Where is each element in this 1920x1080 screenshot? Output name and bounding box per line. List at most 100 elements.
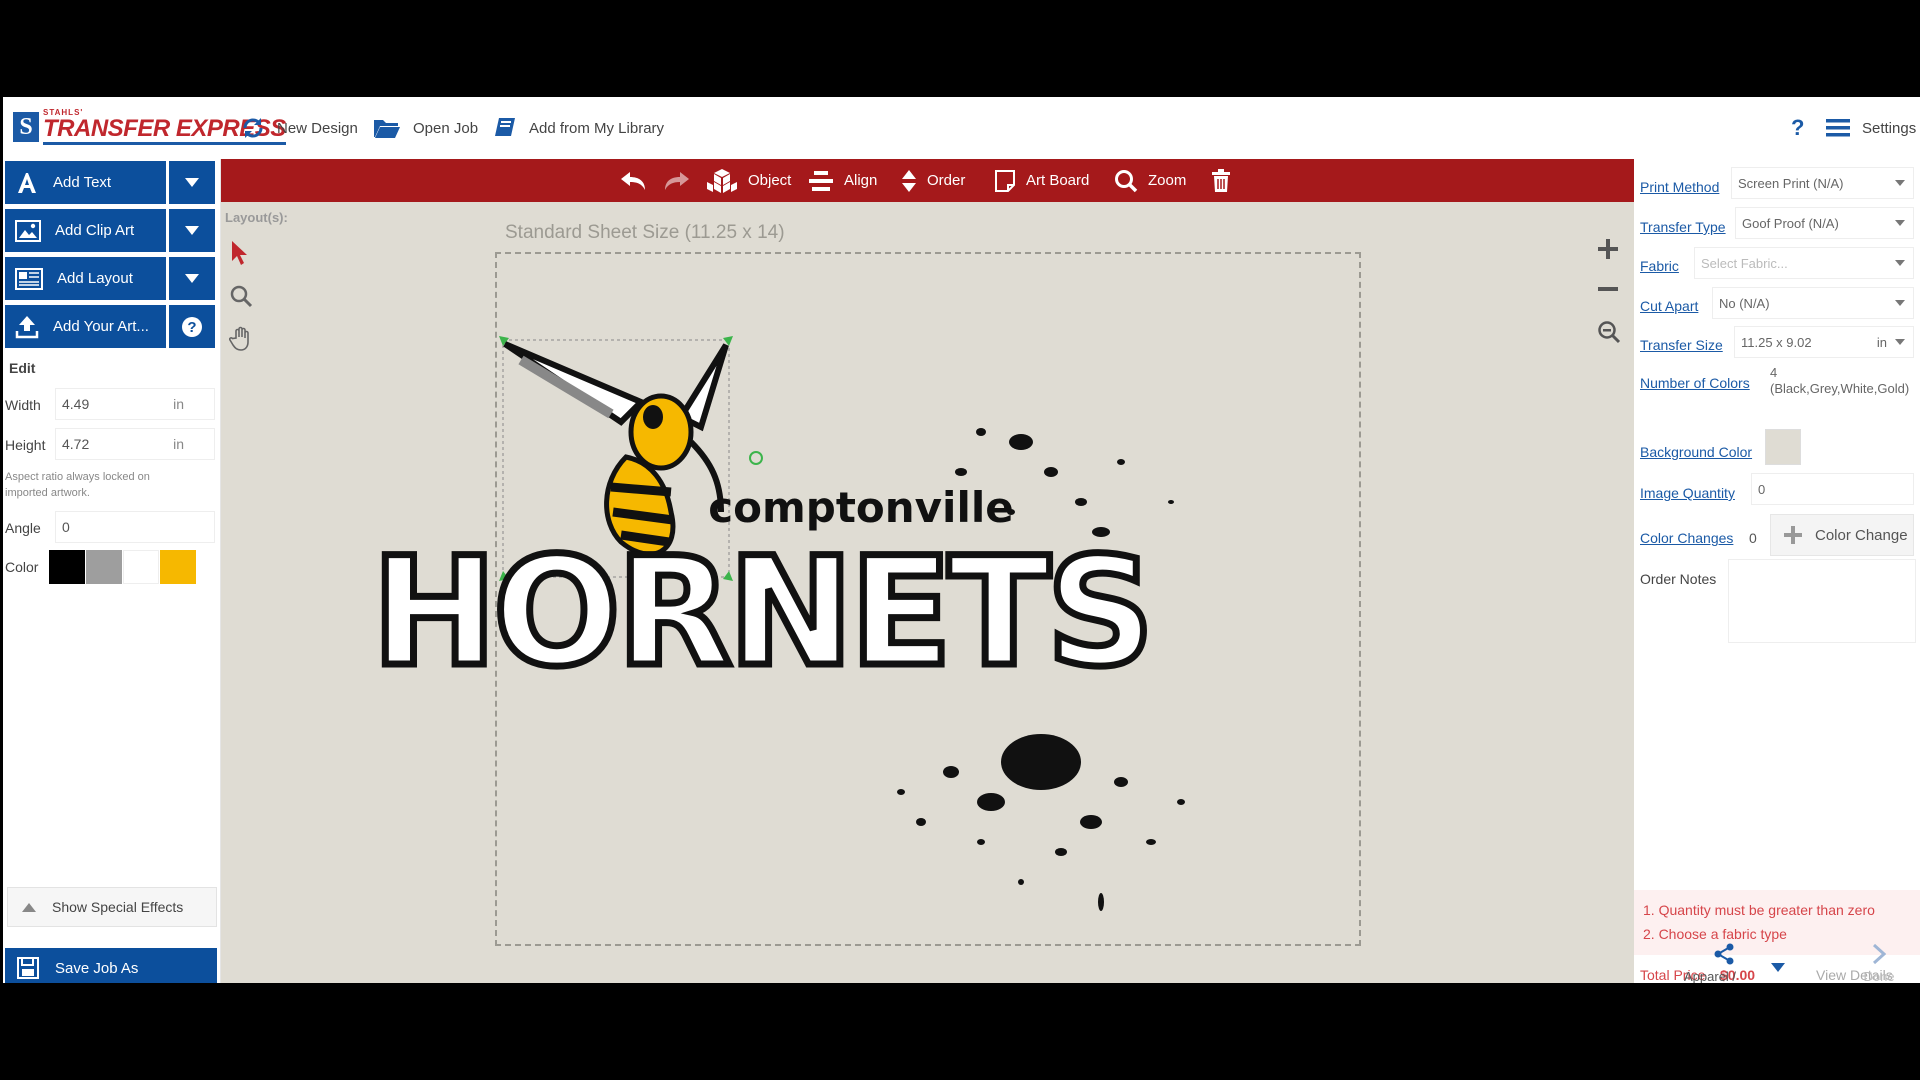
search-icon bbox=[1115, 169, 1138, 192]
caret-icon bbox=[1895, 260, 1905, 266]
cut-apart-select[interactable]: No (N/A) bbox=[1712, 287, 1914, 319]
left-panel: Add Text Add Clip Art Add Layout Add You… bbox=[3, 159, 221, 983]
zoom-out-button[interactable] bbox=[1597, 278, 1619, 305]
add-from-library-button[interactable]: Add from My Library bbox=[493, 97, 664, 159]
number-of-colors-detail: (Black,Grey,White,Gold) bbox=[1770, 381, 1910, 396]
order-footer: Apparel / Share Done bbox=[1634, 937, 1920, 983]
cut-apart-link[interactable]: Cut Apart bbox=[1640, 298, 1698, 314]
align-icon bbox=[809, 170, 833, 191]
fabric-link[interactable]: Fabric bbox=[1640, 258, 1679, 274]
zoom-fit-button[interactable] bbox=[1597, 320, 1621, 349]
settings-label: Settings bbox=[1862, 119, 1917, 137]
menu-icon bbox=[1826, 119, 1850, 137]
brand-logo-mark: S bbox=[13, 112, 39, 142]
color-swatch-gold[interactable] bbox=[160, 550, 196, 584]
settings-button[interactable]: Settings bbox=[1826, 97, 1916, 159]
color-change-button[interactable]: Color Change bbox=[1770, 514, 1914, 556]
image-quantity-link[interactable]: Image Quantity bbox=[1640, 485, 1735, 501]
angle-label: Angle bbox=[5, 520, 41, 536]
sort-icon bbox=[902, 169, 916, 192]
share-button[interactable]: Apparel / Share bbox=[1684, 943, 1764, 983]
width-value: 4.49 bbox=[62, 396, 90, 412]
align-menu[interactable]: Align bbox=[808, 159, 877, 202]
align-label: Align bbox=[844, 172, 878, 189]
add-layout-dropdown[interactable] bbox=[169, 257, 215, 300]
plus-icon bbox=[1784, 526, 1802, 544]
width-label: Width bbox=[5, 397, 41, 413]
order-menu[interactable]: Order bbox=[901, 159, 965, 202]
transfer-type-select[interactable]: Goof Proof (N/A) bbox=[1735, 207, 1914, 239]
minus-icon bbox=[1598, 287, 1618, 291]
refresh-icon bbox=[243, 118, 263, 138]
background-color-link[interactable]: Background Color bbox=[1640, 444, 1752, 460]
angle-input[interactable]: 0 bbox=[55, 511, 215, 543]
delete-button[interactable] bbox=[1211, 159, 1241, 202]
share-label: Apparel / Share bbox=[1684, 969, 1737, 983]
aspect-ratio-note: Aspect ratio always locked on imported a… bbox=[5, 471, 150, 499]
fabric-select[interactable]: Select Fabric... bbox=[1694, 247, 1914, 279]
add-your-art-button[interactable]: Add Your Art... bbox=[5, 305, 166, 348]
show-special-effects-button[interactable]: Show Special Effects bbox=[7, 887, 217, 927]
color-swatch-grey[interactable] bbox=[86, 550, 122, 584]
add-text-button[interactable]: Add Text bbox=[5, 161, 166, 204]
object-menu[interactable]: Object bbox=[706, 159, 791, 202]
art-board-icon bbox=[995, 169, 1015, 192]
redo-button[interactable] bbox=[663, 159, 701, 202]
share-dropdown[interactable] bbox=[1771, 959, 1785, 977]
color-swatch-black[interactable] bbox=[49, 550, 85, 584]
done-button[interactable]: Done bbox=[1849, 943, 1909, 983]
triangle-up-icon bbox=[22, 902, 36, 912]
color-swatch-white[interactable] bbox=[123, 550, 159, 584]
undo-button[interactable] bbox=[619, 159, 657, 202]
trash-icon bbox=[1212, 168, 1230, 192]
print-method-select[interactable]: Screen Print (N/A) bbox=[1731, 167, 1914, 199]
art-board-menu[interactable]: Art Board bbox=[994, 159, 1089, 202]
add-layout-button[interactable]: Add Layout bbox=[5, 257, 166, 300]
color-label: Color bbox=[5, 559, 39, 575]
show-special-effects-label: Show Special Effects bbox=[52, 899, 184, 915]
zoom-in-button[interactable] bbox=[1597, 238, 1619, 265]
background-color-swatch[interactable] bbox=[1765, 429, 1801, 465]
transfer-type-link[interactable]: Transfer Type bbox=[1640, 219, 1726, 235]
caret-icon bbox=[1895, 339, 1905, 345]
add-clip-art-button[interactable]: Add Clip Art bbox=[5, 209, 166, 252]
design-canvas[interactable]: Layout(s): Standard Sheet Size (11.25 x … bbox=[221, 202, 1634, 983]
caret-icon bbox=[1895, 220, 1905, 226]
new-design-button[interactable]: New Design bbox=[241, 97, 358, 159]
help-button[interactable]: ? bbox=[1791, 97, 1804, 159]
add-clip-art-dropdown[interactable] bbox=[169, 209, 215, 252]
number-of-colors-link[interactable]: Number of Colors bbox=[1640, 375, 1750, 391]
image-quantity-input[interactable]: 0 bbox=[1751, 473, 1914, 505]
new-design-label: New Design bbox=[277, 119, 358, 137]
order-panel: Print Method Screen Print (N/A) Transfer… bbox=[1634, 159, 1920, 983]
app-window: S STAHLS' TRANSFER EXPRESS New Design Op… bbox=[3, 97, 1920, 983]
object-label: Object bbox=[748, 172, 792, 189]
color-changes-link[interactable]: Color Changes bbox=[1640, 530, 1733, 546]
order-notes-textarea[interactable] bbox=[1728, 559, 1916, 643]
height-input[interactable]: 4.72 in bbox=[55, 428, 215, 460]
save-job-as-button[interactable]: Save Job As bbox=[5, 948, 217, 983]
chevron-right-icon bbox=[1872, 943, 1886, 965]
artwork-text-comptonville: comptonville bbox=[708, 483, 1013, 532]
transfer-size-field[interactable]: 11.25 x 9.02 in bbox=[1734, 326, 1914, 358]
add-layout-label: Add Layout bbox=[57, 270, 133, 287]
caret-icon bbox=[1895, 300, 1905, 306]
open-job-label: Open Job bbox=[413, 119, 479, 137]
add-your-art-label: Add Your Art... bbox=[53, 318, 149, 335]
print-method-link[interactable]: Print Method bbox=[1640, 179, 1719, 195]
chevron-down-icon bbox=[1771, 963, 1785, 972]
transfer-size-link[interactable]: Transfer Size bbox=[1640, 337, 1723, 353]
open-job-button[interactable]: Open Job bbox=[373, 97, 478, 159]
width-input[interactable]: 4.49 in bbox=[55, 388, 215, 420]
image-quantity-value: 0 bbox=[1758, 481, 1766, 497]
redo-icon bbox=[665, 171, 689, 190]
caret-icon bbox=[1895, 180, 1905, 186]
add-text-dropdown[interactable] bbox=[169, 161, 215, 204]
save-job-as-label: Save Job As bbox=[55, 959, 139, 977]
chevron-down-icon bbox=[185, 274, 199, 283]
hornet-mascot bbox=[503, 341, 729, 557]
add-text-label: Add Text bbox=[53, 174, 112, 191]
hornets-artwork[interactable]: comptonville HORNETS bbox=[221, 202, 1634, 983]
zoom-menu[interactable]: Zoom bbox=[1114, 159, 1186, 202]
add-art-help-button[interactable]: ? bbox=[169, 305, 215, 348]
